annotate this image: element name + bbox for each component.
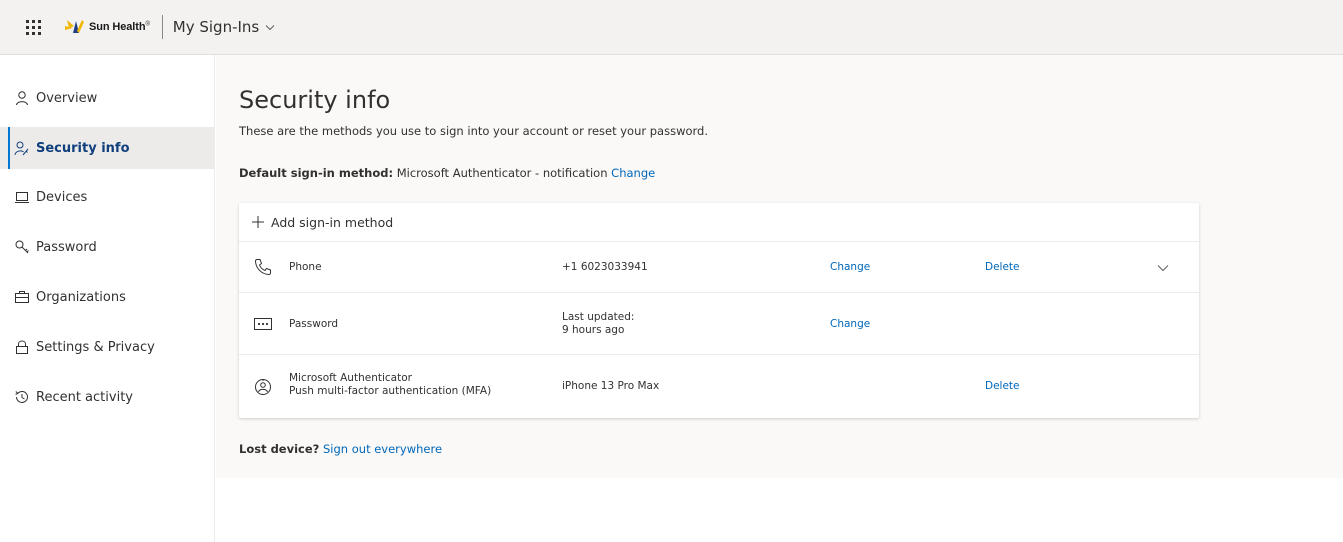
plus-icon (251, 215, 265, 229)
delete-authenticator-link[interactable]: Delete (985, 380, 1020, 392)
brand-logo[interactable]: Sun Health® (64, 12, 150, 42)
chevron-down-icon[interactable] (1156, 261, 1170, 275)
sidebar-item-password[interactable]: Password (0, 226, 214, 268)
sun-health-logo-icon (65, 20, 84, 33)
method-name: Phone (289, 261, 322, 273)
sidebar-item-organizations[interactable]: Organizations (0, 276, 214, 318)
lost-device-section: Lost device? Sign out everywhere (239, 442, 442, 456)
method-detail: iPhone 13 Pro Max (562, 380, 660, 392)
waffle-icon (25, 19, 41, 35)
laptop-icon (14, 189, 30, 205)
page-footer-area (216, 478, 1343, 542)
default-method-value: Microsoft Authenticator - notification (396, 166, 608, 180)
default-method-label: Default sign-in method: (239, 166, 394, 180)
method-row-authenticator: Microsoft Authenticator Push multi-facto… (239, 355, 1199, 418)
method-detail: +1 6023033941 (562, 261, 648, 273)
sidebar: Overview Security info Devices Password … (0, 55, 215, 542)
person-icon (14, 90, 30, 106)
sidebar-item-label: Devices (36, 189, 88, 205)
change-password-link[interactable]: Change (830, 318, 870, 330)
sign-out-everywhere-link[interactable]: Sign out everywhere (323, 442, 442, 456)
method-detail: Last updated: 9 hours ago (562, 311, 634, 337)
last-updated-label: Last updated: (562, 311, 635, 323)
method-row-phone: Phone +1 6023033941 Change Delete (239, 242, 1199, 293)
chevron-down-icon (265, 24, 275, 30)
header-divider (161, 15, 163, 39)
delete-phone-link[interactable]: Delete (985, 261, 1020, 273)
sidebar-item-security-info[interactable]: Security info (0, 127, 214, 169)
app-title: My Sign-Ins (172, 18, 260, 36)
brand-trademark: ® (145, 21, 150, 28)
method-row-password: Password Last updated: 9 hours ago Chang… (239, 293, 1199, 355)
change-phone-link[interactable]: Change (830, 261, 870, 273)
sidebar-item-label: Recent activity (36, 389, 133, 405)
sidebar-item-label: Security info (36, 140, 130, 156)
authenticator-icon (255, 379, 271, 395)
sidebar-item-recent-activity[interactable]: Recent activity (0, 376, 214, 418)
change-default-method-link[interactable]: Change (611, 166, 655, 180)
sidebar-item-label: Overview (36, 90, 98, 106)
sidebar-item-devices[interactable]: Devices (0, 176, 214, 218)
page-title: Security info (239, 86, 391, 114)
sidebar-item-settings-privacy[interactable]: Settings & Privacy (0, 326, 214, 368)
add-sign-in-method-button[interactable]: Add sign-in method (239, 203, 1199, 242)
lock-icon (14, 339, 30, 355)
sidebar-item-overview[interactable]: Overview (0, 77, 214, 119)
key-icon (14, 239, 30, 255)
phone-icon (254, 259, 271, 276)
page-description: These are the methods you use to sign in… (239, 124, 709, 138)
authenticator-subtitle: Push multi-factor authentication (MFA) (289, 385, 492, 397)
method-name: Password (289, 318, 339, 330)
app-launcher-button[interactable] (12, 0, 54, 55)
authenticator-name: Microsoft Authenticator (289, 372, 412, 384)
default-sign-in-method: Default sign-in method: Microsoft Authen… (239, 166, 655, 180)
top-bar: Sun Health® My Sign-Ins (0, 0, 1343, 55)
method-name: Microsoft Authenticator Push multi-facto… (289, 372, 491, 398)
sidebar-item-label: Password (36, 239, 97, 255)
add-sign-in-method-label: Add sign-in method (271, 214, 394, 230)
brand-name: Sun Health (89, 21, 146, 33)
sidebar-item-label: Organizations (36, 289, 126, 305)
sign-in-methods-card: Add sign-in method Phone +1 6023033941 C… (239, 203, 1199, 418)
app-switcher-dropdown[interactable]: My Sign-Ins (173, 18, 275, 36)
history-icon (14, 389, 30, 405)
lost-device-label: Lost device? (239, 442, 320, 456)
security-key-icon (14, 140, 30, 156)
last-updated-value: 9 hours ago (562, 324, 625, 336)
sidebar-item-label: Settings & Privacy (36, 339, 155, 355)
password-dots-icon (254, 318, 272, 330)
briefcase-icon (14, 289, 30, 305)
